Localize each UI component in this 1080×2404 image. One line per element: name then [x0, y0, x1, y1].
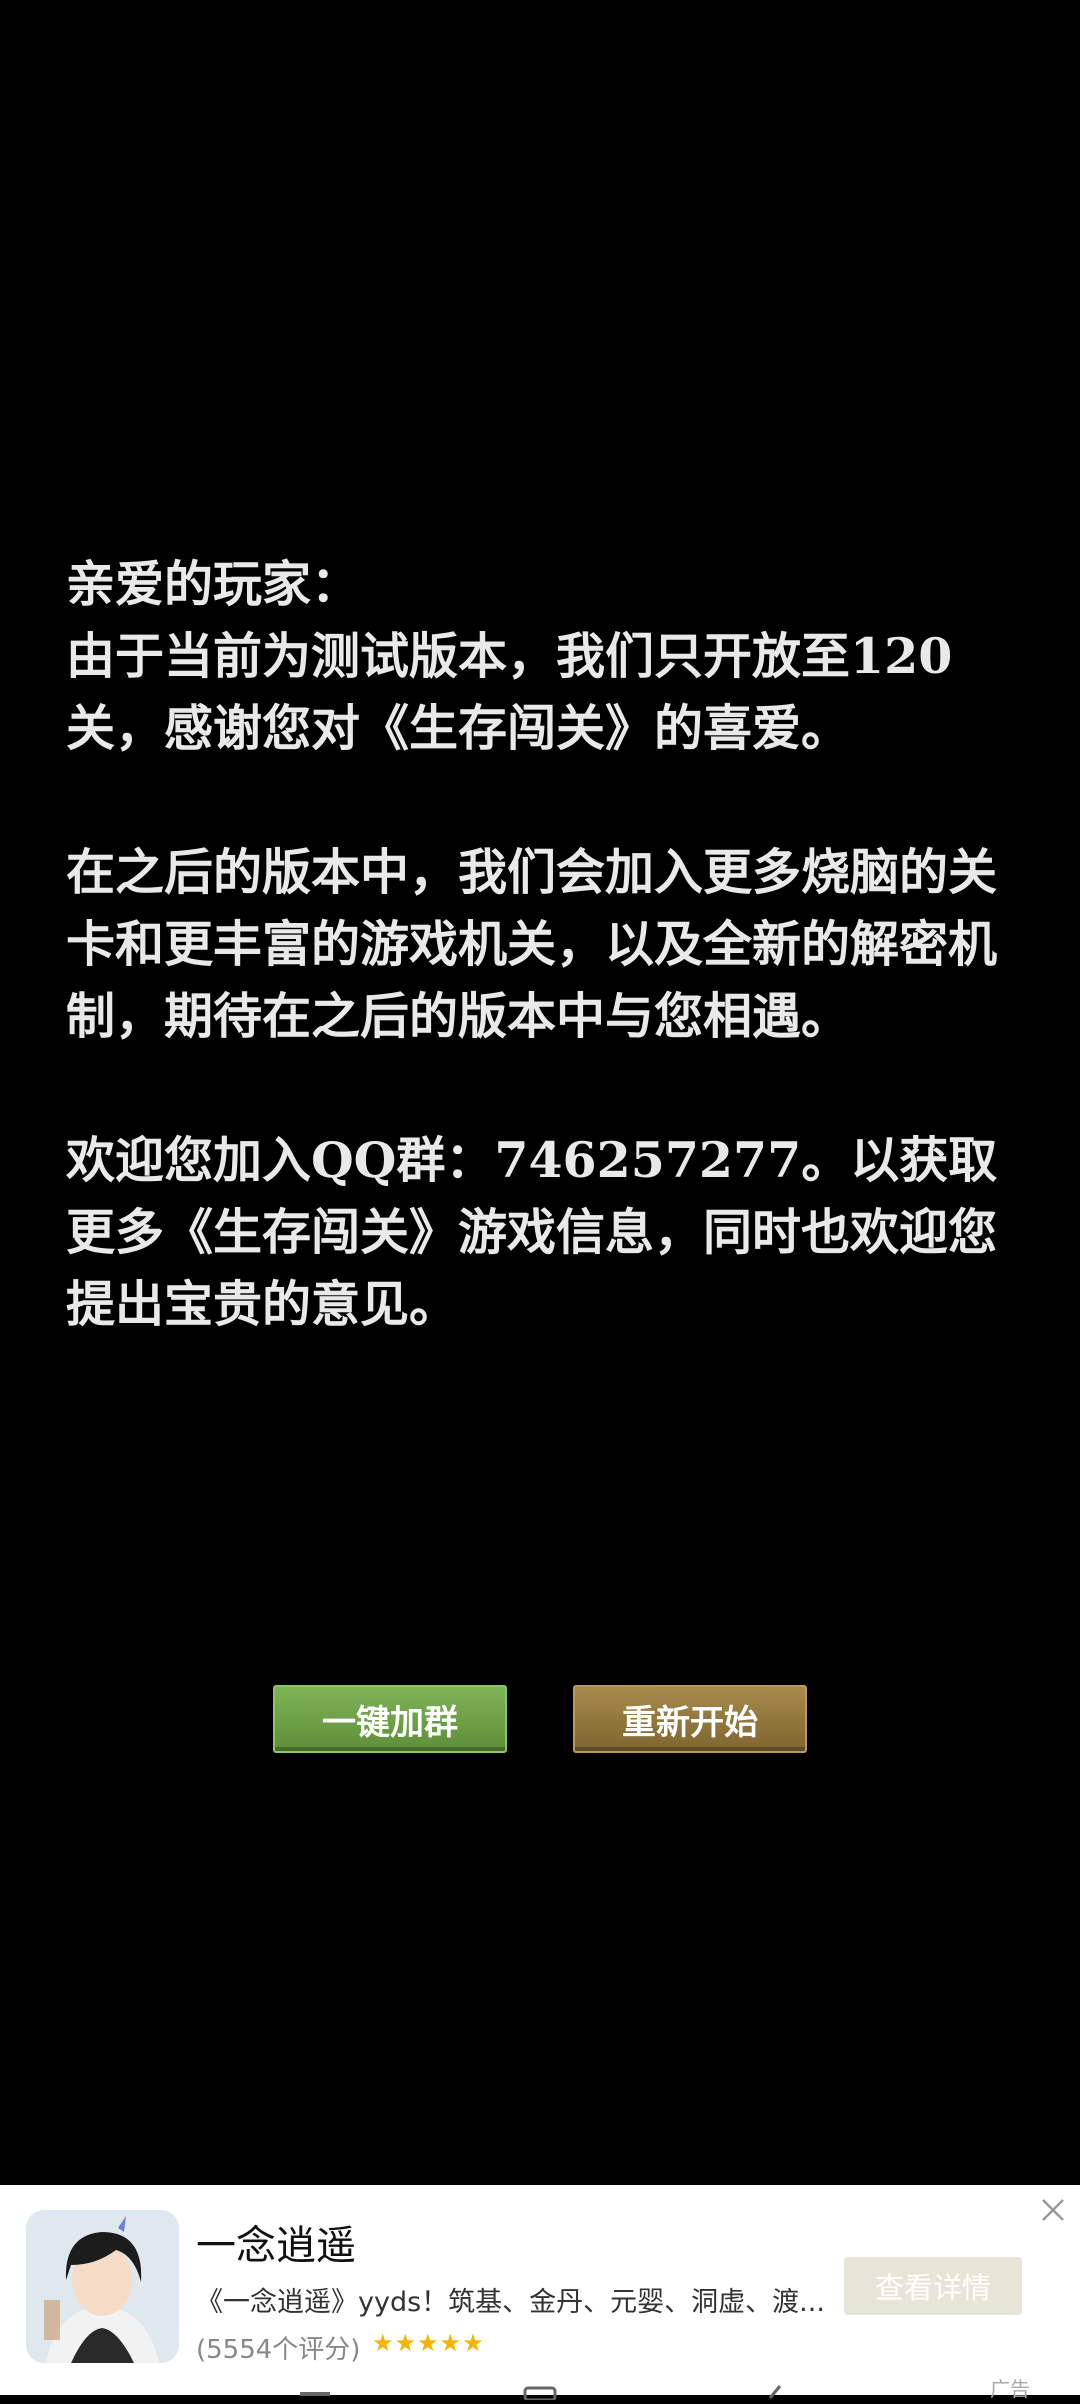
- view-details-button[interactable]: 查看详情: [844, 2257, 1022, 2315]
- ad-description: 《一念逍遥》yyds！筑基、金丹、元婴、洞虚、渡...: [196, 2287, 825, 2318]
- close-icon[interactable]: [1038, 2195, 1068, 2225]
- ad-rating-count: (5554个评分): [196, 2335, 361, 2365]
- paragraph-qq-group: 欢迎您加入QQ群：746257277。以获取更多《生存闯关》游戏信息，同时也欢迎…: [66, 1131, 998, 1333]
- paragraph-future-updates: 在之后的版本中，我们会加入更多烧脑的关卡和更丰富的游戏机关，以及全新的解密机制，…: [66, 843, 998, 1045]
- ad-label: 广告: [990, 2377, 1030, 2401]
- message-panel: 亲爱的玩家： 由于当前为测试版本，我们只开放至120关，感谢您对《生存闯关》的喜…: [66, 548, 1026, 1412]
- join-group-button[interactable]: 一键加群: [273, 1685, 507, 1753]
- ad-title[interactable]: 一念逍遥: [196, 2213, 356, 2271]
- restart-button[interactable]: 重新开始: [573, 1685, 807, 1753]
- ad-star-rating: ★★★★★: [372, 2329, 485, 2357]
- system-nav-bar: [0, 2372, 1080, 2402]
- greeting-text: 亲爱的玩家：: [66, 555, 361, 613]
- game-avatar-icon[interactable]: [26, 2210, 179, 2363]
- ad-banner[interactable]: 一念逍遥 《一念逍遥》yyds！筑基、金丹、元婴、洞虚、渡... (5554个评…: [0, 2185, 1080, 2395]
- paragraph-test-version: 由于当前为测试版本，我们只开放至120关，感谢您对《生存闯关》的喜爱。: [66, 627, 953, 757]
